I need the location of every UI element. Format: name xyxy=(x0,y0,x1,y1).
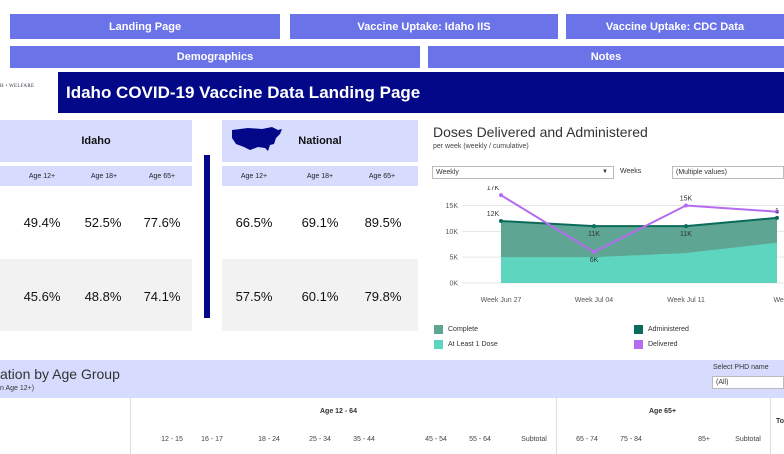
col-16-17: 16 - 17 xyxy=(201,436,223,443)
period-select[interactable]: Weekly ▼ xyxy=(432,166,614,179)
col-65-74: 65 - 74 xyxy=(576,436,598,443)
legend-delivered: Delivered xyxy=(648,341,678,348)
data-label: 11K xyxy=(588,231,600,238)
col-35-44: 35 - 44 xyxy=(353,436,375,443)
y-tick-label: 10K xyxy=(446,229,459,236)
administered-point xyxy=(499,219,503,223)
age-table-sep-2 xyxy=(556,398,557,454)
col-subtotal-12-64: Subtotal xyxy=(521,436,547,443)
nav-vaccine-uptake-cdc[interactable]: Vaccine Uptake: CDC Data xyxy=(566,14,784,39)
y-tick-label: 15K xyxy=(446,203,459,210)
nav-demographics[interactable]: Demographics xyxy=(10,46,420,68)
nav-notes[interactable]: Notes xyxy=(428,46,784,68)
weeks-select-value: (Multiple values) xyxy=(676,169,727,176)
data-label: 17K xyxy=(487,186,500,192)
idaho-row1-age12: 49.4% xyxy=(23,215,61,230)
legend-delivered-swatch xyxy=(634,340,643,349)
national-header-label: National xyxy=(298,135,342,147)
data-label: 12K xyxy=(487,211,500,218)
data-label: 11K xyxy=(680,231,692,238)
phd-select-value: (All) xyxy=(716,379,729,386)
weeks-select[interactable]: (Multiple values) xyxy=(672,166,784,179)
col-45-54: 45 - 54 xyxy=(425,436,447,443)
age-table-sep-3 xyxy=(770,398,771,454)
age-group-12-64: Age 12 - 64 xyxy=(320,408,357,415)
col-18-24: 18 - 24 xyxy=(258,436,280,443)
data-label: 6K xyxy=(590,257,599,264)
data-label: 1 xyxy=(775,208,779,215)
national-age-65: Age 65+ xyxy=(368,173,396,180)
page-title: Idaho COVID-19 Vaccine Data Landing Page xyxy=(58,72,784,113)
idaho-row2-age18: 48.8% xyxy=(84,289,122,304)
delivered-point xyxy=(499,193,503,198)
national-row2-age18: 60.1% xyxy=(301,289,339,304)
idaho-row2-age65: 74.1% xyxy=(143,289,181,304)
y-tick-label: 0K xyxy=(449,281,458,288)
col-75-84: 75 - 84 xyxy=(620,436,642,443)
col-55-64: 55 - 64 xyxy=(469,436,491,443)
idaho-age-18: Age 18+ xyxy=(90,173,118,180)
phd-select[interactable]: (All) xyxy=(712,376,784,389)
col-subtotal-65plus: Subtotal xyxy=(735,436,761,443)
national-row1-age12: 66.5% xyxy=(235,215,273,230)
x-tick-label: Week Jul 04 xyxy=(575,297,613,304)
data-label: 15K xyxy=(680,196,693,203)
doses-chart-title: Doses Delivered and Administered xyxy=(433,124,648,140)
panel-divider xyxy=(204,155,210,318)
y-tick-label: 5K xyxy=(449,255,458,262)
age-table-sep-1 xyxy=(130,398,131,454)
national-row1-age18: 69.1% xyxy=(301,215,339,230)
idaho-row1-age65: 77.6% xyxy=(143,215,181,230)
age-group-total: To xyxy=(776,418,784,425)
phd-select-label: Select PHD name xyxy=(713,364,769,371)
x-tick-label: Week Jul 11 xyxy=(667,297,705,304)
national-age-18: Age 18+ xyxy=(306,173,334,180)
logo: H • WELFARE xyxy=(0,84,35,89)
national-row1-age65: 89.5% xyxy=(364,215,402,230)
legend-administered-swatch xyxy=(634,325,643,334)
idaho-row2-age12: 45.6% xyxy=(23,289,61,304)
legend-administered: Administered xyxy=(648,326,689,333)
col-85plus: 85+ xyxy=(698,436,710,443)
legend-at-least-1: At Least 1 Dose xyxy=(448,341,498,348)
idaho-age-65: Age 65+ xyxy=(148,173,176,180)
administered-point xyxy=(775,215,779,220)
period-select-value: Weekly xyxy=(436,169,459,176)
age-group-title: ation by Age Group xyxy=(0,366,120,382)
legend-complete-swatch xyxy=(434,325,443,334)
age-group-subtitle: n Age 12+) xyxy=(0,385,35,392)
idaho-header-label: Idaho xyxy=(81,135,111,147)
x-tick-label: Week Jun 27 xyxy=(481,297,522,304)
x-tick-label: Week Ju xyxy=(773,297,784,304)
nav-landing-page[interactable]: Landing Page xyxy=(10,14,280,39)
national-header: National xyxy=(222,120,418,162)
national-age-12: Age 12+ xyxy=(240,173,268,180)
national-row2-age12: 57.5% xyxy=(235,289,273,304)
us-map-icon xyxy=(232,127,282,151)
idaho-age-12: Age 12+ xyxy=(28,173,56,180)
legend-complete: Complete xyxy=(448,326,478,333)
weeks-label: Weeks xyxy=(620,168,642,175)
col-25-34: 25 - 34 xyxy=(309,436,331,443)
doses-chart: 0K 5K 10K 15K 17K 12K 11K 6K 15K 11K 1 Week Jun 27 W… xyxy=(446,186,784,304)
idaho-row1-age18: 52.5% xyxy=(84,215,122,230)
age-group-65plus: Age 65+ xyxy=(649,408,677,415)
legend-at-least-1-swatch xyxy=(434,340,443,349)
idaho-header: Idaho xyxy=(0,120,192,162)
delivered-point xyxy=(592,250,596,254)
col-12-15: 12 - 15 xyxy=(161,436,183,443)
nav-vaccine-uptake-idaho-iis[interactable]: Vaccine Uptake: Idaho IIS xyxy=(290,14,558,39)
national-row2-age65: 79.8% xyxy=(364,289,402,304)
doses-chart-subtitle: per week (weekly / cumulative) xyxy=(433,143,529,150)
administered-point xyxy=(684,224,688,229)
page-title-text: Idaho COVID-19 Vaccine Data Landing Page xyxy=(66,82,421,102)
administered-point xyxy=(592,224,596,229)
delivered-point xyxy=(684,203,688,208)
chevron-down-icon: ▼ xyxy=(602,169,608,175)
